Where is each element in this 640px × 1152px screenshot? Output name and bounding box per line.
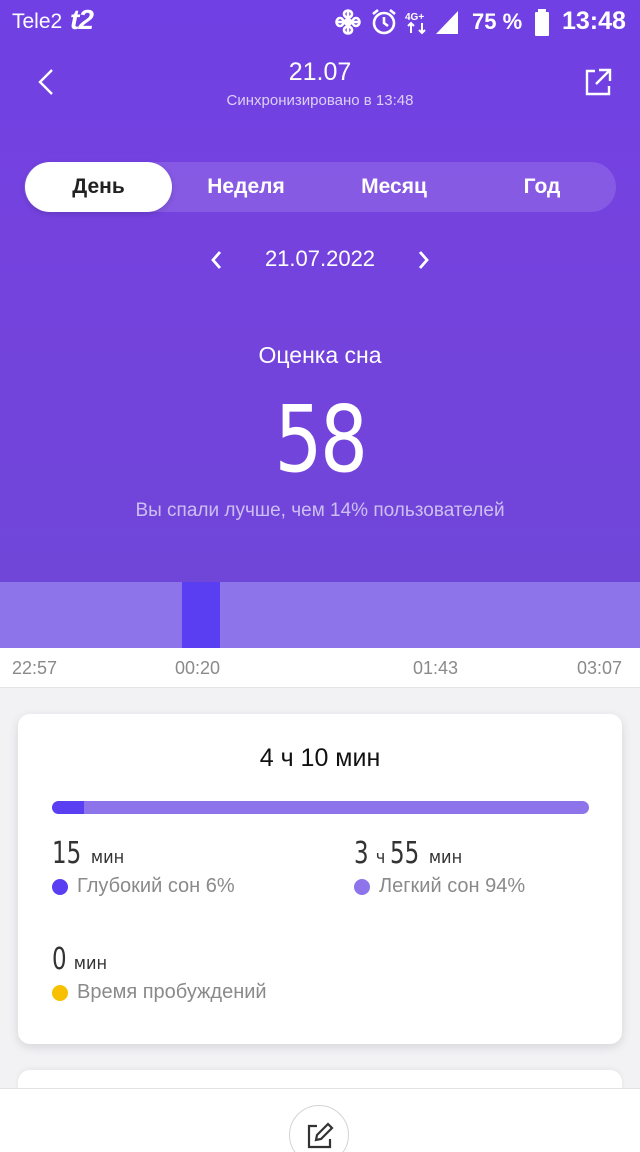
awake-minutes: 0 bbox=[52, 942, 67, 977]
next-day-icon[interactable] bbox=[414, 248, 432, 272]
clock: 13:48 bbox=[562, 7, 626, 35]
sleep-score-comparison: Вы спали лучше, чем 14% пользователей bbox=[135, 500, 505, 521]
edit-icon bbox=[307, 1122, 334, 1149]
light-sleep-hours-unit: ч bbox=[375, 847, 386, 868]
deep-sleep-minutes: 15 bbox=[52, 836, 82, 871]
sleep-timeline-chart bbox=[0, 582, 640, 648]
share-icon[interactable] bbox=[583, 66, 613, 98]
sync-status: Синхронизировано в 13:48 bbox=[226, 92, 414, 109]
light-sleep-minutes: 55 bbox=[389, 836, 420, 871]
battery-percent: 75 % bbox=[472, 9, 523, 34]
alarm-icon bbox=[370, 8, 398, 41]
page-title: 21.07 bbox=[288, 58, 352, 86]
light-sleep-hours: 3 bbox=[354, 836, 369, 871]
tick-label: 03:07 bbox=[577, 658, 623, 678]
fan-icon bbox=[334, 8, 362, 41]
awake-label: Время пробуждений bbox=[77, 981, 267, 1003]
tab-day[interactable]: День bbox=[25, 162, 172, 212]
sleep-score-label: Оценка сна bbox=[258, 342, 382, 368]
current-date: 21.07.2022 bbox=[264, 246, 376, 271]
tick-label: 00:20 bbox=[175, 658, 221, 678]
light-sleep-dot bbox=[354, 878, 370, 895]
sleep-score-value: 58 bbox=[274, 386, 368, 493]
tab-month[interactable]: Месяц bbox=[320, 162, 468, 212]
tab-year[interactable]: Год bbox=[468, 162, 616, 212]
sleep-phase-bar bbox=[52, 801, 589, 814]
sleep-summary-card: 4 ч 10 мин 15 мин Глубокий сон 6% 3 ч 55… bbox=[18, 714, 622, 1044]
timeline-axis: 22:57 00:20 01:43 03:07 bbox=[0, 648, 640, 688]
light-sleep-stat: 3 ч 55 мин Легкий сон 94% bbox=[354, 836, 525, 898]
period-tabs: День Неделя Месяц Год bbox=[24, 162, 616, 212]
tick-label: 01:43 bbox=[413, 658, 459, 678]
carrier-name: Tele2 bbox=[12, 10, 63, 33]
edit-button[interactable] bbox=[289, 1105, 349, 1152]
deep-sleep-fill bbox=[52, 801, 85, 814]
awake-unit: мин bbox=[73, 953, 108, 974]
awake-stat: 0 мин Время пробуждений bbox=[52, 942, 267, 1004]
deep-sleep-segment bbox=[181, 582, 221, 648]
deep-sleep-label: Глубокий сон 6% bbox=[77, 875, 235, 897]
light-sleep-minutes-unit: мин bbox=[428, 847, 463, 868]
signal-icon bbox=[434, 8, 460, 41]
carrier-logo: t2 bbox=[70, 4, 94, 35]
tick-label: 22:57 bbox=[12, 658, 58, 678]
tab-week[interactable]: Неделя bbox=[172, 162, 320, 212]
bottom-bar bbox=[0, 1088, 640, 1152]
deep-sleep-dot bbox=[52, 878, 68, 895]
awake-dot bbox=[52, 984, 68, 1001]
network-4g-icon: 4G+ bbox=[404, 10, 430, 41]
battery-icon bbox=[533, 8, 551, 43]
light-sleep-label: Легкий сон 94% bbox=[379, 875, 526, 897]
deep-sleep-unit: мин bbox=[90, 847, 125, 868]
total-sleep-duration: 4 ч 10 мин bbox=[259, 744, 381, 772]
date-navigator: 21.07.2022 bbox=[0, 240, 640, 280]
status-bar: Tele2 t2 4G+ 75 % 13:48 bbox=[0, 0, 640, 46]
header-panel: Tele2 t2 4G+ 75 % 13:48 21.07 Синхронизи… bbox=[0, 0, 640, 582]
deep-sleep-stat: 15 мин Глубокий сон 6% bbox=[52, 836, 235, 898]
svg-text:4G+: 4G+ bbox=[405, 12, 424, 23]
